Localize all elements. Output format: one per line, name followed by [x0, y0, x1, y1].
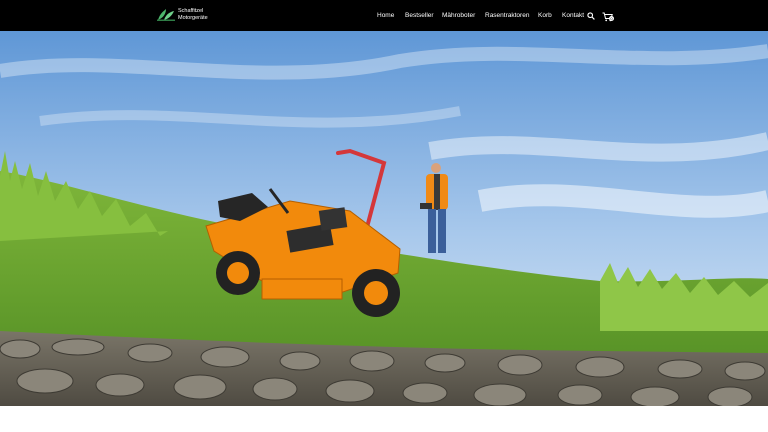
- nav-kontakt[interactable]: Kontakt: [562, 12, 584, 19]
- nav-home[interactable]: Home: [377, 12, 394, 19]
- nav-korb[interactable]: Korb: [538, 12, 552, 19]
- brand-logo[interactable]: Schaffitzel Motorgeräte: [157, 8, 208, 21]
- cart-count-badge: 0: [609, 16, 614, 21]
- nav-maehroboter[interactable]: Mähroboter: [442, 12, 475, 19]
- hero-image: [0, 31, 768, 406]
- search-icon[interactable]: [587, 12, 595, 20]
- hero-banner: [0, 31, 768, 406]
- site-header: Schaffitzel Motorgeräte Home Bestseller …: [0, 0, 768, 31]
- nav-rasentraktoren[interactable]: Rasentraktoren: [485, 12, 529, 19]
- leaf-logo-icon: [157, 9, 175, 21]
- brand-line-2: Motorgeräte: [178, 14, 208, 21]
- brand-line-1: Schaffitzel: [178, 8, 204, 14]
- nav-bestseller[interactable]: Bestseller: [405, 12, 434, 19]
- brand-name: Schaffitzel Motorgeräte: [178, 8, 208, 21]
